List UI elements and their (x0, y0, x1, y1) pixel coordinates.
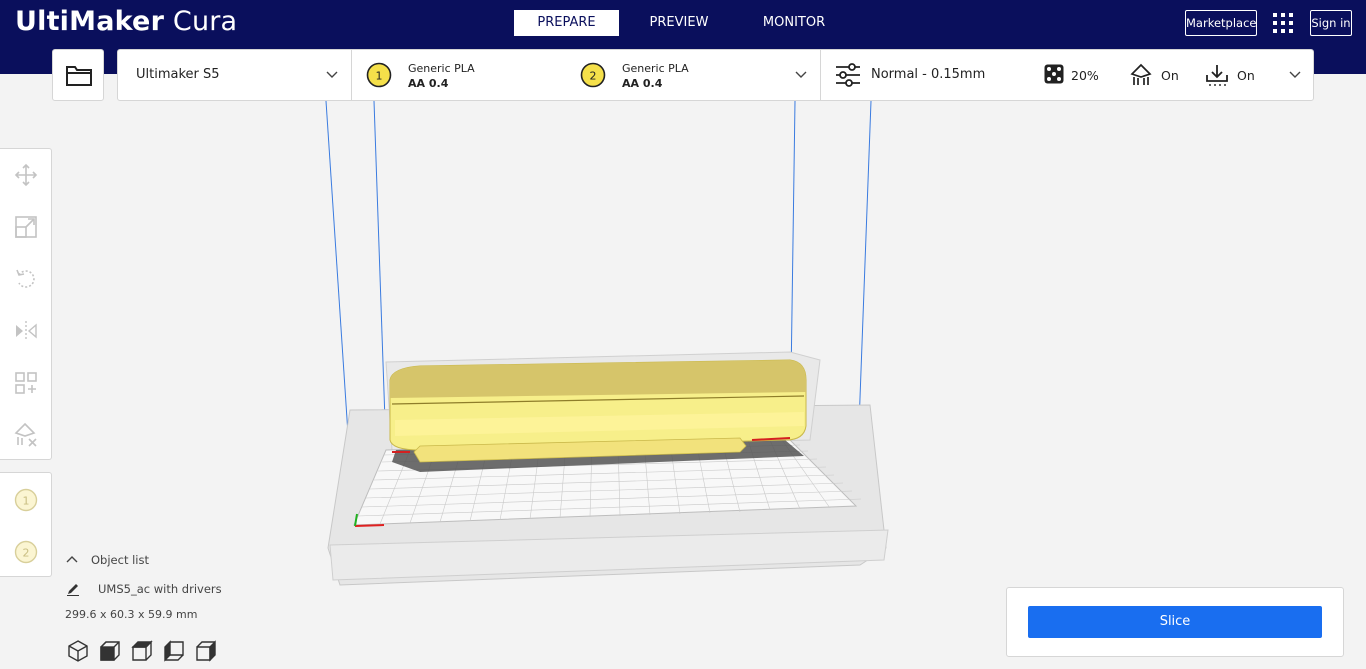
transform-toolbar (0, 148, 52, 460)
object-list-label: Object list (91, 553, 149, 567)
infill-value: 20% (1071, 68, 1099, 83)
top-view-icon (131, 640, 153, 661)
chevron-down-icon (1289, 71, 1301, 78)
support-value: On (1161, 68, 1179, 83)
extruder-2-core: AA 0.4 (622, 77, 663, 90)
grid-icon[interactable] (1272, 12, 1294, 34)
extruder-1-material: Generic PLA (408, 62, 475, 75)
support-blocker-tool[interactable] (13, 422, 39, 448)
object-name: UMS5_ac with drivers (98, 582, 222, 596)
marketplace-button[interactable]: Marketplace (1185, 10, 1257, 36)
pencil-icon (67, 584, 79, 596)
tab-preview[interactable]: PREVIEW (619, 10, 739, 36)
extruder-1-icon: 1 (366, 62, 392, 88)
chevron-down-icon (795, 71, 807, 78)
mirror-tool[interactable] (13, 318, 39, 344)
slice-button[interactable]: Slice (1028, 606, 1322, 638)
open-file-button[interactable] (52, 49, 104, 101)
extruder-1-core: AA 0.4 (408, 77, 449, 90)
logo-light-text: Cura (172, 6, 238, 37)
slice-panel: Slice (1006, 587, 1344, 657)
move-icon (14, 163, 38, 187)
adhesion-icon (1206, 65, 1228, 86)
extruder-2-icon: 2 (580, 62, 606, 88)
extruder-2-badge-icon: 2 (14, 540, 38, 564)
front-view-icon (100, 641, 120, 661)
extruder-2-button[interactable]: 2 (13, 539, 39, 565)
print-settings-selector[interactable]: Normal - 0.15mm 20% On On (821, 50, 1313, 100)
sign-in-button[interactable]: Sign in (1310, 10, 1352, 36)
svg-text:2: 2 (23, 547, 30, 560)
scale-tool[interactable] (13, 214, 39, 240)
scale-icon (15, 216, 37, 238)
profile-name: Normal - 0.15mm (871, 67, 986, 82)
adhesion-setting: On (1205, 63, 1265, 89)
rotate-tool[interactable] (13, 266, 39, 292)
printer-selector[interactable]: Ultimaker S5 (118, 50, 352, 100)
per-model-settings-icon (15, 372, 37, 394)
folder-icon (66, 66, 92, 86)
3d-model[interactable] (389, 359, 807, 463)
svg-text:2: 2 (590, 70, 597, 83)
chevron-up-icon (66, 556, 78, 563)
support-setting: On (1129, 63, 1189, 89)
left-view-icon (164, 640, 184, 662)
svg-text:1: 1 (376, 70, 383, 83)
sliders-icon (836, 63, 860, 87)
logo-bold-text: UltiMaker (15, 6, 165, 37)
chevron-down-icon (326, 71, 338, 78)
material-selector[interactable]: 1 Generic PLA AA 0.4 2 Generic PLA AA 0.… (352, 50, 821, 100)
object-dimensions: 299.6 x 60.3 x 59.9 mm (65, 608, 198, 621)
3d-view-button[interactable] (66, 639, 98, 663)
tab-prepare[interactable]: PREPARE (514, 10, 619, 36)
extruder-1-badge-icon: 1 (14, 488, 38, 512)
print-setup-bar: Ultimaker S5 1 Generic PLA AA 0.4 2 Gene… (117, 49, 1314, 101)
support-blocker-icon (14, 422, 37, 447)
infill-icon (1044, 64, 1064, 84)
svg-text:1: 1 (23, 495, 30, 508)
mirror-icon (16, 321, 37, 341)
right-view-button[interactable] (194, 639, 226, 663)
top-view-button[interactable] (130, 639, 162, 663)
support-icon (1130, 63, 1152, 85)
adhesion-value: On (1237, 68, 1255, 83)
right-view-icon (196, 640, 216, 662)
stage-tabs: PREPARE PREVIEW MONITOR (514, 10, 849, 36)
tab-monitor[interactable]: MONITOR (739, 10, 849, 36)
left-view-button[interactable] (162, 639, 194, 663)
per-model-settings-tool[interactable] (13, 370, 39, 396)
printer-name: Ultimaker S5 (136, 67, 220, 82)
extruder-2-material: Generic PLA (622, 62, 689, 75)
3d-view-icon (68, 640, 88, 662)
front-view-button[interactable] (98, 639, 130, 663)
move-tool[interactable] (13, 162, 39, 188)
infill-setting: 20% (1043, 63, 1103, 89)
app-logo: UltiMaker Cura (15, 6, 237, 37)
extruder-1-button[interactable]: 1 (13, 487, 39, 513)
rotate-icon (16, 269, 35, 288)
extruder-toolbar: 1 2 (0, 472, 52, 577)
view-orientation-buttons (66, 639, 226, 663)
